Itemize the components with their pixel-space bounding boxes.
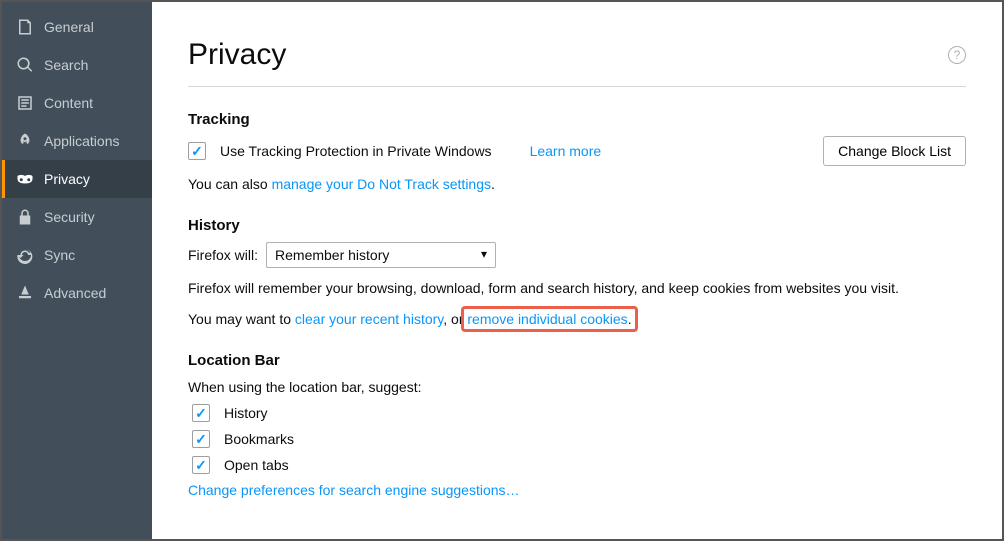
sidebar: General Search Content Applications Priv… xyxy=(2,2,152,539)
locbar-bookmarks-label: Bookmarks xyxy=(224,431,294,447)
tracking-section: Tracking Use Tracking Protection in Priv… xyxy=(188,111,966,195)
history-section: History Firefox will: Remember history F… xyxy=(188,217,966,330)
help-icon[interactable]: ? xyxy=(948,46,966,64)
dnt-paragraph: You can also manage your Do Not Track se… xyxy=(188,174,966,195)
sidebar-item-label: Sync xyxy=(44,247,75,263)
location-bar-subtext: When using the location bar, suggest: xyxy=(188,377,966,398)
sidebar-item-content[interactable]: Content xyxy=(2,84,152,122)
firefox-will-label: Firefox will: xyxy=(188,247,258,263)
change-search-suggestions-link[interactable]: Change preferences for search engine sug… xyxy=(188,482,520,498)
locbar-opentabs-checkbox[interactable] xyxy=(192,456,210,474)
sync-icon xyxy=(16,246,34,264)
content-icon xyxy=(16,94,34,112)
wizard-hat-icon xyxy=(16,284,34,302)
mask-icon xyxy=(16,170,34,188)
location-bar-heading: Location Bar xyxy=(188,352,966,369)
history-heading: History xyxy=(188,217,966,234)
tracking-protection-label: Use Tracking Protection in Private Windo… xyxy=(220,143,492,159)
sidebar-item-label: Content xyxy=(44,95,93,111)
sidebar-item-sync[interactable]: Sync xyxy=(2,236,152,274)
sidebar-item-label: General xyxy=(44,19,94,35)
sidebar-item-label: Security xyxy=(44,209,95,225)
locbar-opentabs-label: Open tabs xyxy=(224,457,289,473)
document-icon xyxy=(16,18,34,36)
manage-dnt-link[interactable]: manage your Do Not Track settings xyxy=(272,176,491,192)
clear-recent-history-link[interactable]: clear your recent history xyxy=(295,311,443,327)
search-icon xyxy=(16,56,34,74)
change-block-list-button[interactable]: Change Block List xyxy=(823,136,966,166)
tracking-heading: Tracking xyxy=(188,111,966,128)
history-description: Firefox will remember your browsing, dow… xyxy=(188,278,966,299)
page-title: Privacy xyxy=(188,38,286,72)
learn-more-link[interactable]: Learn more xyxy=(530,143,602,159)
sidebar-item-label: Privacy xyxy=(44,171,90,187)
rocket-icon xyxy=(16,132,34,150)
history-mode-select[interactable]: Remember history xyxy=(266,242,496,268)
sidebar-item-label: Advanced xyxy=(44,285,106,301)
remove-individual-cookies-link[interactable]: remove individual cookies xyxy=(467,311,627,327)
main-panel: Privacy ? Tracking Use Tracking Protecti… xyxy=(152,2,1002,539)
sidebar-item-security[interactable]: Security xyxy=(2,198,152,236)
sidebar-item-privacy[interactable]: Privacy xyxy=(2,160,152,198)
locbar-history-checkbox[interactable] xyxy=(192,404,210,422)
location-bar-section: Location Bar When using the location bar… xyxy=(188,352,966,498)
history-links-paragraph: You may want to clear your recent histor… xyxy=(188,309,966,330)
sidebar-item-applications[interactable]: Applications xyxy=(2,122,152,160)
sidebar-item-label: Search xyxy=(44,57,88,73)
locbar-bookmarks-checkbox[interactable] xyxy=(192,430,210,448)
sidebar-item-search[interactable]: Search xyxy=(2,46,152,84)
sidebar-item-general[interactable]: General xyxy=(2,8,152,46)
lock-icon xyxy=(16,208,34,226)
locbar-history-label: History xyxy=(224,405,268,421)
tracking-protection-checkbox[interactable] xyxy=(188,142,206,160)
sidebar-item-advanced[interactable]: Advanced xyxy=(2,274,152,312)
sidebar-item-label: Applications xyxy=(44,133,120,149)
